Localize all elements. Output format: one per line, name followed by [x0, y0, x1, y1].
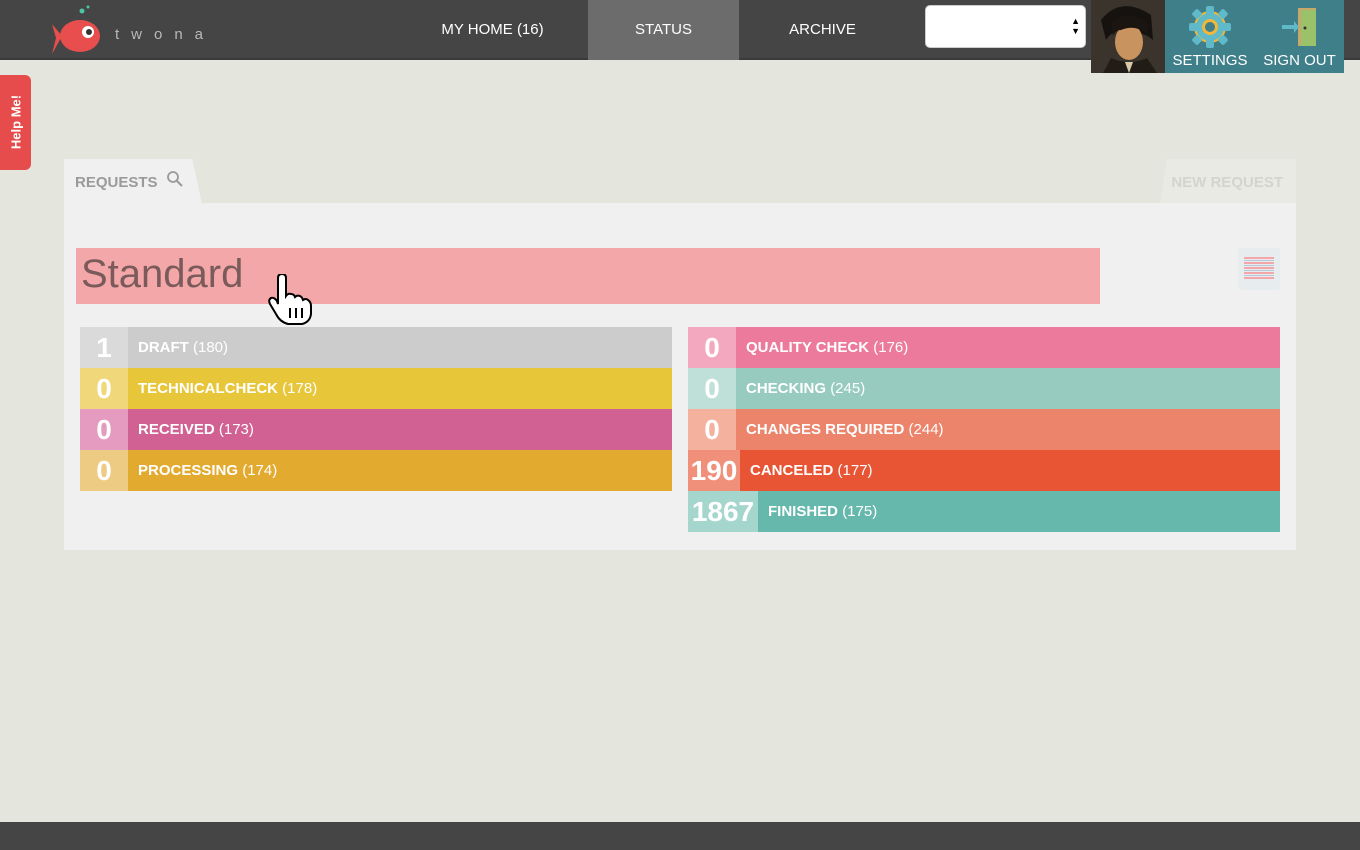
status-total: (176) [873, 339, 909, 356]
status-bar: QUALITY CHECK (176) [736, 327, 1280, 368]
status-row-draft[interactable]: 1 DRAFT (180) [80, 327, 672, 368]
status-total: (173) [218, 421, 254, 438]
sign-out-button[interactable]: SIGN OUT [1255, 0, 1344, 73]
status-count: 1867 [688, 491, 758, 532]
list-view-toggle[interactable] [1238, 248, 1280, 290]
status-bar: PROCESSING (174) [128, 450, 672, 491]
hand-pointer-icon [268, 274, 312, 325]
tab-new-request-label: NEW REQUEST [1171, 174, 1283, 191]
status-count: 0 [80, 368, 128, 409]
sign-out-label: SIGN OUT [1263, 52, 1336, 69]
status-row-changes-required[interactable]: 0 CHANGES REQUIRED (244) [688, 409, 1280, 450]
status-bar: FINISHED (175) [758, 491, 1280, 532]
status-label: TECHNICALCHECK [138, 380, 278, 397]
nav-my-home[interactable]: MY HOME (16) [415, 0, 570, 60]
status-label: FINISHED [768, 503, 839, 520]
status-label: CHANGES REQUIRED [746, 421, 905, 438]
status-bar: CHANGES REQUIRED (244) [736, 409, 1280, 450]
status-row-technicalcheck[interactable]: 0 TECHNICALCHECK (178) [80, 368, 672, 409]
status-row-canceled[interactable]: 190 CANCELED (177) [688, 450, 1280, 491]
status-row-quality-check[interactable]: 0 QUALITY CHECK (176) [688, 327, 1280, 368]
status-row-processing[interactable]: 0 PROCESSING (174) [80, 450, 672, 491]
status-total: (178) [282, 380, 318, 397]
status-count: 0 [688, 409, 736, 450]
status-count: 0 [80, 450, 128, 491]
project-select[interactable]: ▲ ▼ [925, 5, 1086, 48]
nav-status[interactable]: STATUS [588, 0, 739, 60]
status-row-checking[interactable]: 0 CHECKING (245) [688, 368, 1280, 409]
help-me-tab[interactable]: Help Me! [0, 75, 31, 170]
status-label: DRAFT [138, 339, 189, 356]
status-label: RECEIVED [138, 421, 215, 438]
status-row-received[interactable]: 0 RECEIVED (173) [80, 409, 672, 450]
status-label: QUALITY CHECK [746, 339, 870, 356]
requests-panel: Standard 1 DRAFT (180) 0 TECHNICALCHECK … [64, 203, 1296, 550]
status-total: (180) [193, 339, 229, 356]
fish-logo-icon[interactable] [52, 4, 108, 58]
status-bar: RECEIVED (173) [128, 409, 672, 450]
tab-requests[interactable]: REQUESTS [64, 159, 202, 204]
tab-requests-label: REQUESTS [75, 174, 158, 191]
status-bar: CHECKING (245) [736, 368, 1280, 409]
status-count: 0 [688, 327, 736, 368]
logo-text: twona [115, 26, 216, 43]
settings-button[interactable]: SETTINGS [1165, 0, 1255, 73]
status-count: 1 [80, 327, 128, 368]
status-count: 0 [80, 409, 128, 450]
status-total: (174) [242, 462, 278, 479]
door-exit-icon [1281, 8, 1316, 46]
workflow-title-bar[interactable]: Standard [76, 248, 1100, 325]
nav-archive[interactable]: ARCHIVE [745, 0, 900, 60]
status-bar: CANCELED (177) [740, 450, 1280, 491]
user-avatar[interactable] [1091, 0, 1165, 73]
search-icon[interactable] [166, 170, 184, 188]
gear-icon [1189, 6, 1231, 48]
select-arrows-icon: ▲ ▼ [1071, 16, 1080, 36]
list-lines-icon [1244, 257, 1274, 279]
status-label: CHECKING [746, 380, 827, 397]
settings-label: SETTINGS [1172, 52, 1248, 69]
status-label: CANCELED [750, 462, 834, 479]
status-total: (177) [837, 462, 873, 479]
status-total: (175) [842, 503, 878, 520]
status-count: 190 [688, 450, 740, 491]
workflow-title: Standard [81, 252, 244, 296]
footer-bar [0, 822, 1360, 850]
status-bar: DRAFT (180) [128, 327, 672, 368]
status-bar: TECHNICALCHECK (178) [128, 368, 672, 409]
status-total: (245) [830, 380, 866, 397]
status-count: 0 [688, 368, 736, 409]
status-total: (244) [908, 421, 944, 438]
status-label: PROCESSING [138, 462, 239, 479]
avatar-portrait-icon [1091, 0, 1165, 73]
tab-new-request[interactable]: NEW REQUEST [1160, 159, 1296, 204]
help-me-label: Help Me! [8, 94, 24, 150]
status-row-finished[interactable]: 1867 FINISHED (175) [688, 491, 1280, 532]
